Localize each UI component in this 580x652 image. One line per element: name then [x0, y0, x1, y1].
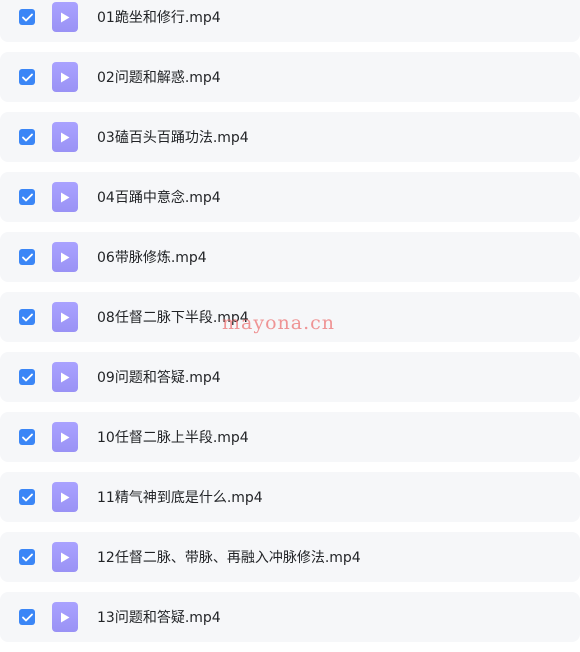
video-file-icon — [52, 362, 78, 392]
video-file-icon — [52, 182, 78, 212]
check-icon — [21, 313, 33, 321]
file-name: 03磕百头百踊功法.mp4 — [97, 130, 249, 146]
check-icon — [21, 133, 33, 141]
checkbox[interactable] — [19, 9, 35, 25]
file-name: 11精气神到底是什么.mp4 — [97, 490, 263, 506]
checkbox[interactable] — [19, 129, 35, 145]
play-icon — [61, 252, 70, 262]
play-icon — [61, 72, 70, 82]
list-item[interactable]: 09问题和答疑.mp4 — [0, 352, 580, 402]
checkbox[interactable] — [19, 249, 35, 265]
checkbox[interactable] — [19, 609, 35, 625]
check-icon — [21, 553, 33, 561]
list-item[interactable]: 10任督二脉上半段.mp4 — [0, 412, 580, 462]
file-name: 06带脉修炼.mp4 — [97, 250, 207, 266]
play-icon — [61, 432, 70, 442]
file-name: 10任督二脉上半段.mp4 — [97, 430, 249, 446]
checkbox[interactable] — [19, 369, 35, 385]
video-file-icon — [52, 602, 78, 632]
check-icon — [21, 433, 33, 441]
play-icon — [61, 12, 70, 22]
file-list: 01跪坐和修行.mp4 02问题和解惑.mp4 03磕百头百踊功法.mp4 04… — [0, 0, 580, 652]
play-icon — [61, 552, 70, 562]
check-icon — [21, 373, 33, 381]
file-name: 02问题和解惑.mp4 — [97, 70, 221, 86]
check-icon — [21, 613, 33, 621]
list-item[interactable]: 13问题和答疑.mp4 — [0, 592, 580, 642]
file-name: 01跪坐和修行.mp4 — [97, 10, 221, 26]
play-icon — [61, 612, 70, 622]
checkbox[interactable] — [19, 489, 35, 505]
check-icon — [21, 13, 33, 21]
check-icon — [21, 73, 33, 81]
list-item[interactable]: 01跪坐和修行.mp4 — [0, 0, 580, 42]
checkbox[interactable] — [19, 189, 35, 205]
play-icon — [61, 192, 70, 202]
video-file-icon — [52, 62, 78, 92]
check-icon — [21, 253, 33, 261]
file-name: 04百踊中意念.mp4 — [97, 190, 221, 206]
play-icon — [61, 492, 70, 502]
list-item[interactable]: 03磕百头百踊功法.mp4 — [0, 112, 580, 162]
check-icon — [21, 493, 33, 501]
checkbox[interactable] — [19, 429, 35, 445]
list-item[interactable]: 04百踊中意念.mp4 — [0, 172, 580, 222]
video-file-icon — [52, 422, 78, 452]
video-file-icon — [52, 542, 78, 572]
list-item[interactable]: 08任督二脉下半段.mp4 — [0, 292, 580, 342]
play-icon — [61, 132, 70, 142]
checkbox[interactable] — [19, 69, 35, 85]
checkbox[interactable] — [19, 309, 35, 325]
video-file-icon — [52, 2, 78, 32]
file-name: 12任督二脉、带脉、再融入冲脉修法.mp4 — [97, 550, 361, 566]
check-icon — [21, 193, 33, 201]
file-name: 13问题和答疑.mp4 — [97, 610, 221, 626]
play-icon — [61, 372, 70, 382]
list-item[interactable]: 11精气神到底是什么.mp4 — [0, 472, 580, 522]
list-item[interactable]: 06带脉修炼.mp4 — [0, 232, 580, 282]
list-item[interactable]: 02问题和解惑.mp4 — [0, 52, 580, 102]
video-file-icon — [52, 122, 78, 152]
file-name: 08任督二脉下半段.mp4 — [97, 310, 249, 326]
checkbox[interactable] — [19, 549, 35, 565]
video-file-icon — [52, 242, 78, 272]
file-name: 09问题和答疑.mp4 — [97, 370, 221, 386]
play-icon — [61, 312, 70, 322]
video-file-icon — [52, 302, 78, 332]
list-item[interactable]: 12任督二脉、带脉、再融入冲脉修法.mp4 — [0, 532, 580, 582]
video-file-icon — [52, 482, 78, 512]
